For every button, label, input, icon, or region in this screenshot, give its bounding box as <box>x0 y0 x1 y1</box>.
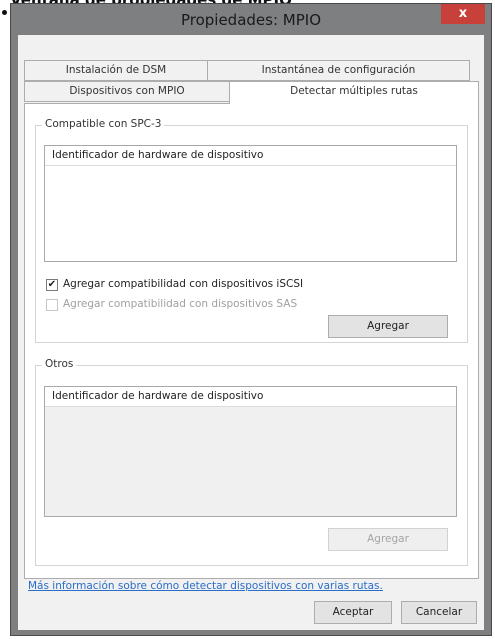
bullet-point <box>2 10 7 15</box>
otros-add-button: Agregar <box>328 528 448 551</box>
tab-label: Detectar múltiples rutas <box>290 85 418 97</box>
otros-hardware-id-list: Identificador de hardware de dispositivo <box>44 386 457 517</box>
tab-detectar-multiples-rutas[interactable]: Detectar múltiples rutas <box>229 81 479 104</box>
mpio-properties-window: Propiedades: MPIO x Instalación de DSM I… <box>10 3 492 636</box>
spc3-add-button[interactable]: Agregar <box>328 315 448 338</box>
window-title: Propiedades: MPIO <box>180 11 322 29</box>
button-label: Agregar <box>367 320 409 332</box>
tab-dispositivos-mpio[interactable]: Dispositivos con MPIO <box>24 81 230 102</box>
more-info-link[interactable]: Más información sobre cómo detectar disp… <box>28 580 383 592</box>
tab-label: Instantánea de configuración <box>261 64 416 76</box>
iscsi-checkbox-row[interactable]: ✔ Agregar compatibilidad con dispositivo… <box>46 278 446 294</box>
iscsi-checkbox-label: Agregar compatibilidad con dispositivos … <box>63 278 304 290</box>
sas-checkbox <box>46 299 58 311</box>
tab-panel-detectar: Compatible con SPC-3 Identificador de ha… <box>24 103 479 579</box>
tab-instantanea-configuracion[interactable]: Instantánea de configuración <box>207 60 470 81</box>
sas-checkbox-row: Agregar compatibilidad con dispositivos … <box>46 298 446 314</box>
iscsi-checkbox[interactable]: ✔ <box>46 279 58 291</box>
button-label: Agregar <box>367 533 409 545</box>
otros-group: Otros Identificador de hardware de dispo… <box>35 358 468 566</box>
spc3-group: Compatible con SPC-3 Identificador de ha… <box>35 118 468 343</box>
cancel-button[interactable]: Cancelar <box>401 601 477 624</box>
dialog-client-area: Instalación de DSM Instantánea de config… <box>18 35 484 630</box>
tab-label: Dispositivos con MPIO <box>69 85 185 97</box>
spc3-group-label: Compatible con SPC-3 <box>42 118 165 130</box>
spc3-hardware-id-list[interactable]: Identificador de hardware de dispositivo <box>44 145 457 262</box>
tab-instalacion-dsm[interactable]: Instalación de DSM <box>24 60 208 81</box>
checkmark-icon: ✔ <box>47 279 57 290</box>
button-label: Aceptar <box>332 606 374 618</box>
button-label: Cancelar <box>415 606 463 618</box>
otros-list-column-header: Identificador de hardware de dispositivo <box>45 387 456 407</box>
otros-group-label: Otros <box>42 358 77 370</box>
tab-label: Instalación de DSM <box>65 64 167 76</box>
sas-checkbox-label: Agregar compatibilidad con dispositivos … <box>63 298 298 310</box>
ok-button[interactable]: Aceptar <box>314 601 392 624</box>
title-bar: Propiedades: MPIO x <box>11 4 491 34</box>
spc3-list-column-header: Identificador de hardware de dispositivo <box>45 146 456 166</box>
close-icon: x <box>458 6 468 21</box>
close-button[interactable]: x <box>441 4 485 24</box>
